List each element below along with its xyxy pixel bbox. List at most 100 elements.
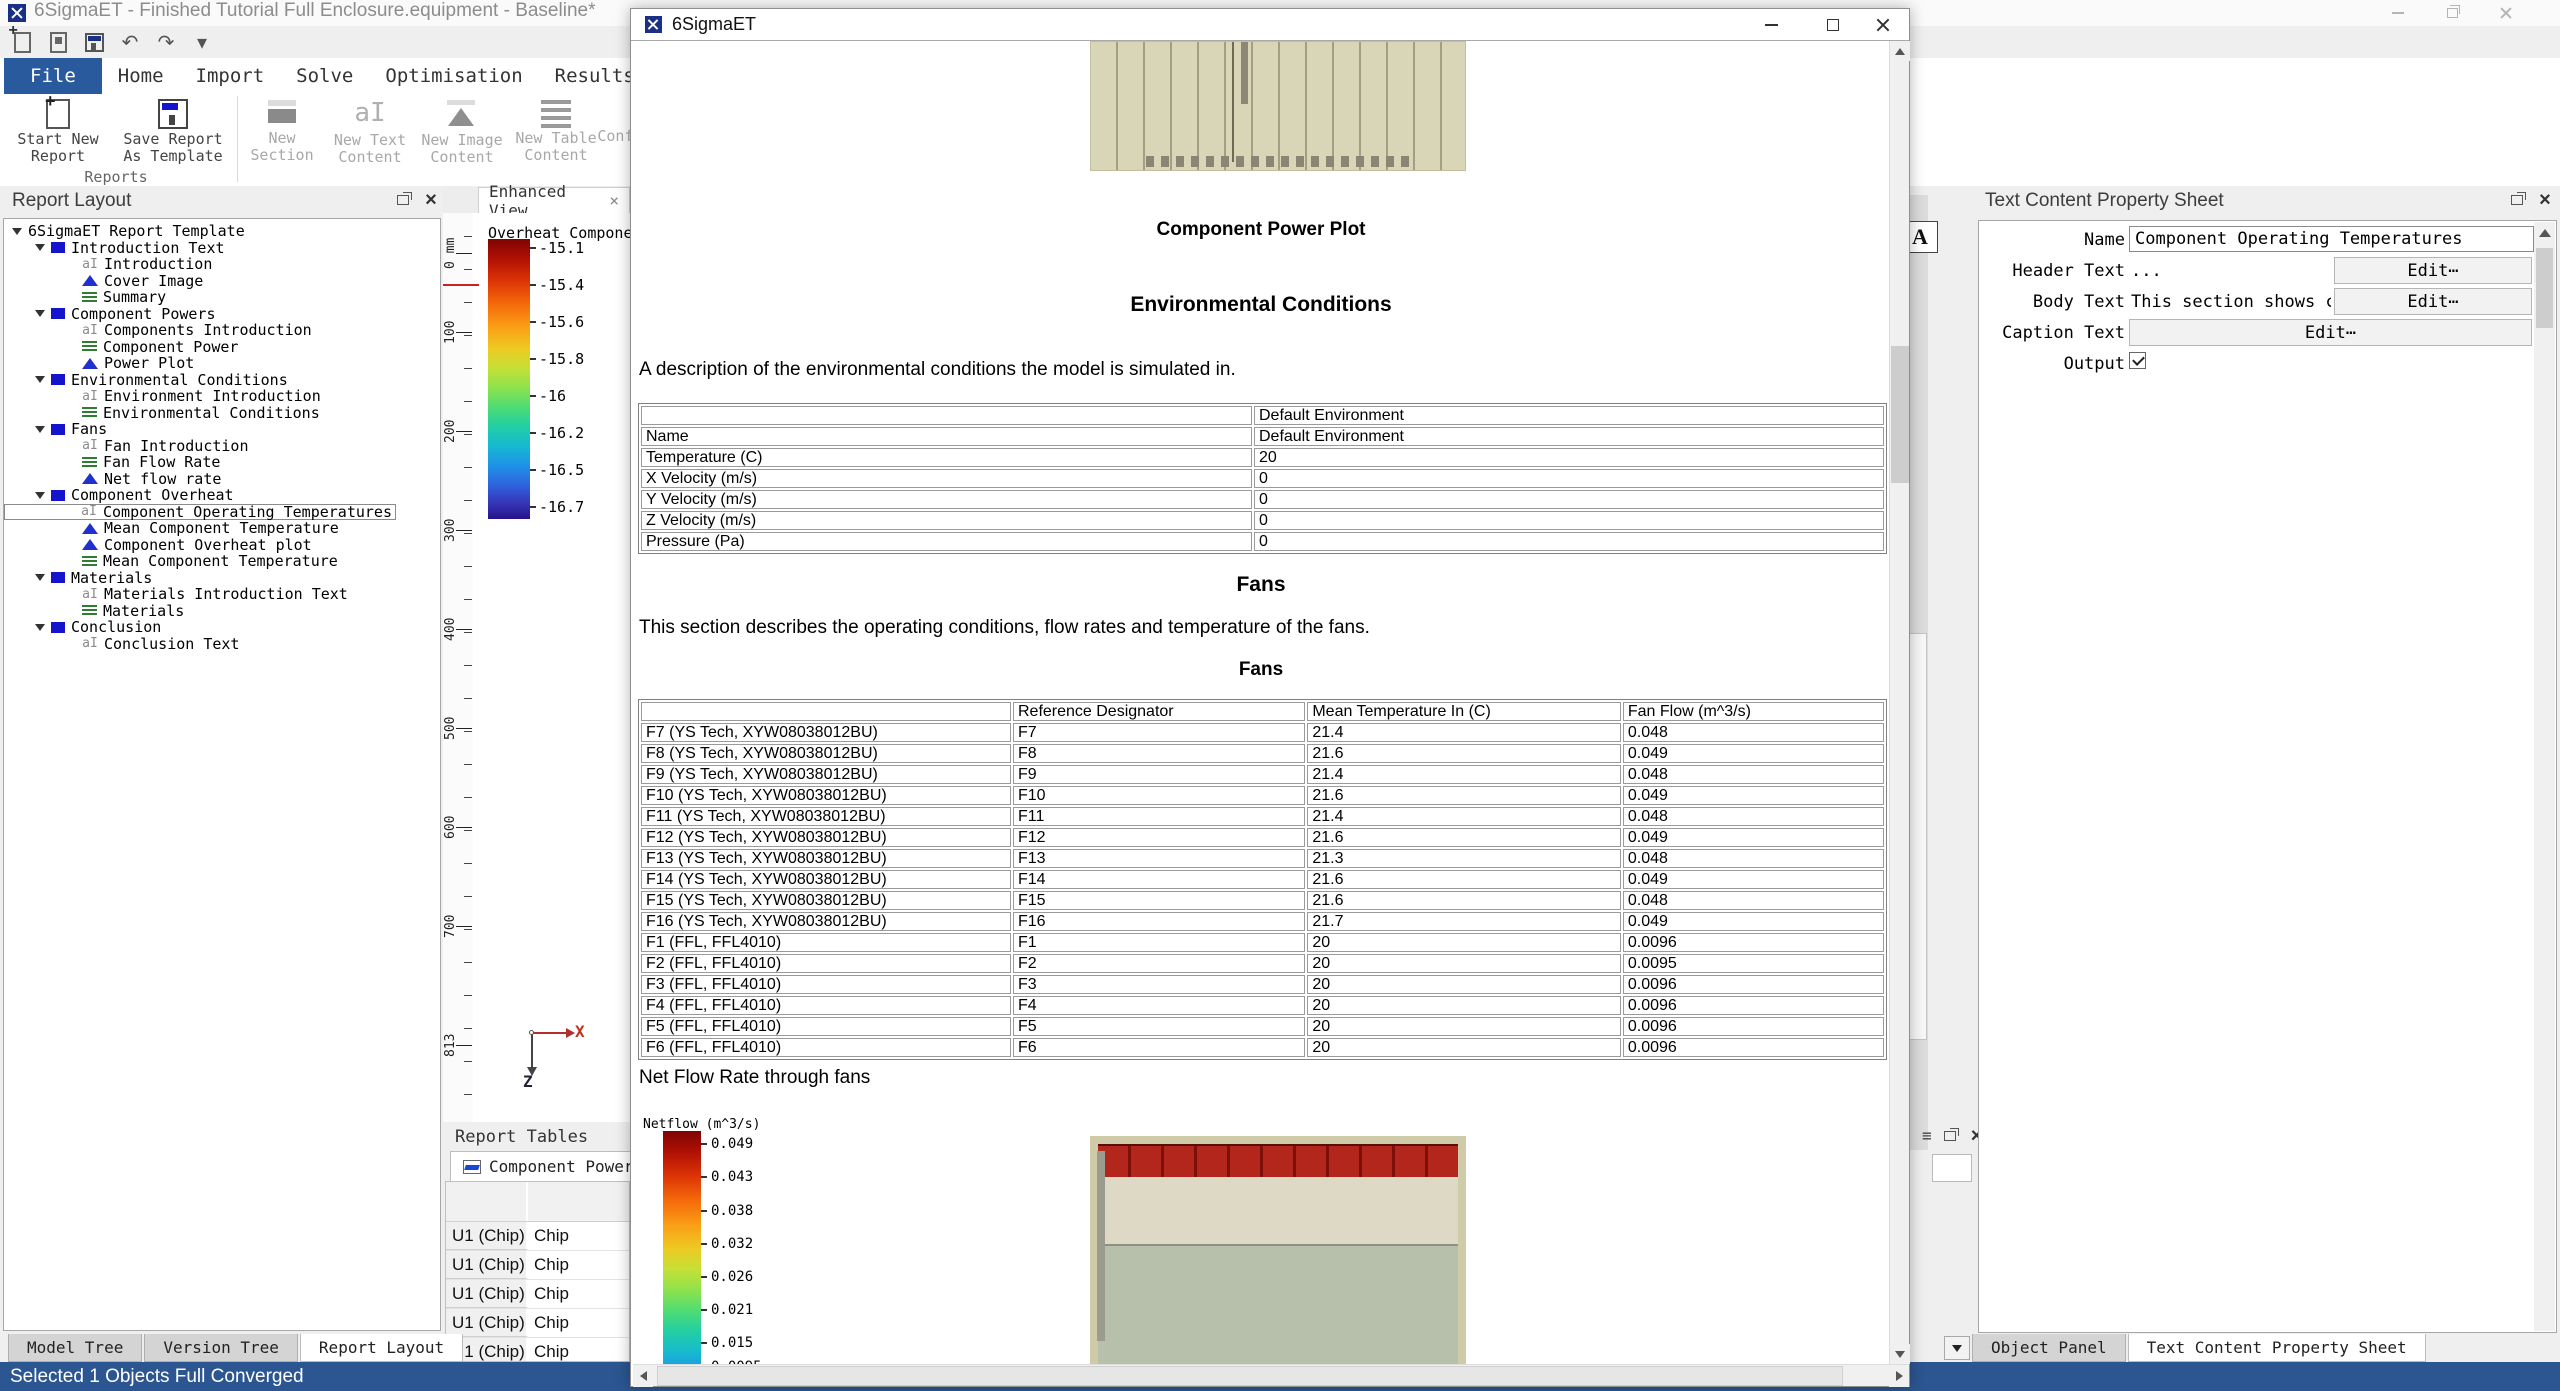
scroll-down-button[interactable] — [1890, 1344, 1910, 1364]
tree-item-cover-image[interactable]: Cover Image — [4, 273, 440, 290]
dialog-horizontal-scrollbar[interactable] — [633, 1364, 1909, 1386]
ribbon-button-new-section: New Section — [239, 96, 325, 170]
ribbon-tab-optimisation[interactable]: Optimisation — [369, 58, 538, 94]
output-checkbox[interactable] — [2129, 352, 2146, 369]
tree-item-summary[interactable]: Summary — [4, 289, 440, 306]
tree-item-materials[interactable]: Materials — [4, 570, 440, 587]
dialog-vertical-scrollbar[interactable] — [1889, 41, 1909, 1364]
tree-item-power-plot[interactable]: Power Plot — [4, 355, 440, 372]
tree-item-net-flow-rate[interactable]: Net flow rate — [4, 471, 440, 488]
dialog-maximize-button[interactable] — [1811, 9, 1855, 40]
ribbon-button-start-new-report[interactable]: Start New Report — [6, 96, 110, 170]
minimize-button[interactable] — [2376, 0, 2420, 26]
scroll-thumb[interactable] — [2536, 248, 2553, 328]
expander-icon[interactable] — [35, 426, 45, 433]
status-text: Selected 1 Objects Full Converged — [10, 1366, 304, 1387]
tree-item-component-power[interactable]: Component Power — [4, 339, 440, 356]
tab-enhanced-view[interactable]: Enhanced View × — [478, 187, 630, 213]
table-row[interactable]: U1 (Chip)Chip — [446, 1222, 629, 1251]
tree-item-environmental-conditions[interactable]: Environmental Conditions — [4, 372, 440, 389]
scroll-thumb-horizontal[interactable] — [657, 1366, 1843, 1386]
scroll-up-icon[interactable] — [2539, 229, 2551, 237]
scroll-thumb[interactable] — [1891, 346, 1909, 483]
tree-item-component-overheat-plot[interactable]: Component Overheat plot — [4, 537, 440, 554]
ribbon-tab-home[interactable]: Home — [102, 58, 180, 94]
legend-tick — [530, 506, 536, 508]
tree-item-component-overheat[interactable]: Component Overheat — [4, 487, 440, 504]
scroll-right-button[interactable] — [1889, 1365, 1909, 1387]
enhanced-view-canvas[interactable]: 0 mm100200300400500600700813 Overheat Co… — [443, 213, 630, 1122]
expander-icon[interactable] — [12, 228, 22, 235]
fans-table-row: F2 (FFL, FFL4010)F2200.0095 — [641, 954, 1884, 973]
expander-icon[interactable] — [35, 310, 45, 317]
tree-item-fan-flow-rate[interactable]: Fan Flow Rate — [4, 454, 440, 471]
dialog-minimize-button[interactable] — [1749, 9, 1793, 40]
tab-dropdown-button[interactable] — [1944, 1336, 1970, 1360]
body-edit-button[interactable]: Edit⋯ — [2334, 288, 2532, 315]
dialog-close-button[interactable] — [1861, 9, 1905, 40]
tree-item-environmental-conditions[interactable]: Environmental Conditions — [4, 405, 440, 422]
tab-text-content-property-sheet[interactable]: Text Content Property Sheet — [2128, 1334, 2426, 1362]
expander-icon[interactable] — [35, 492, 45, 499]
scroll-up-button[interactable] — [1890, 41, 1910, 61]
tree-item-introduction-text[interactable]: Introduction Text — [4, 240, 440, 257]
restore-button[interactable] — [2430, 0, 2474, 26]
ribbon-tab-solve[interactable]: Solve — [280, 58, 369, 94]
dialog-titlebar[interactable]: 6SigmaET — [631, 9, 1909, 41]
table-row[interactable]: U1 (Chip)Chip — [446, 1338, 629, 1362]
scroll-left-button[interactable] — [633, 1365, 653, 1387]
tree-item-components-introduction[interactable]: aIComponents Introduction — [4, 322, 440, 339]
hidden-panel-scroll-thumb[interactable] — [1909, 633, 1927, 1040]
tree-item-mean-component-temperature[interactable]: Mean Component Temperature — [4, 520, 440, 537]
float-panel-icon[interactable] — [2508, 191, 2526, 209]
tab-component-power[interactable]: Component Power — [450, 1151, 647, 1181]
tab-model-tree[interactable]: Model Tree — [8, 1334, 142, 1362]
tree-item-fan-introduction[interactable]: aIFan Introduction — [4, 438, 440, 455]
panel-menu-icon[interactable]: ≡ — [1922, 1126, 1932, 1145]
qat-dropdown-icon[interactable]: ▾ — [190, 30, 214, 54]
header-edit-button[interactable]: Edit⋯ — [2334, 257, 2532, 284]
tree-item-fans[interactable]: Fans — [4, 421, 440, 438]
tree-item-materials[interactable]: Materials — [4, 603, 440, 620]
name-field[interactable] — [2129, 226, 2534, 252]
close-panel-icon[interactable]: × — [2536, 191, 2554, 209]
property-sheet-scrollbar[interactable] — [2534, 222, 2555, 1331]
table-row[interactable]: U1 (Chip)Chip — [446, 1280, 629, 1309]
ribbon-button-save-report-as-template[interactable]: Save Report As Template — [110, 96, 236, 170]
tab-report-layout[interactable]: Report Layout — [300, 1334, 463, 1362]
tree-item-component-powers[interactable]: Component Powers — [4, 306, 440, 323]
redo-icon[interactable]: ↷ — [154, 30, 178, 54]
ribbon-tab-import[interactable]: Import — [180, 58, 281, 94]
tab-version-tree[interactable]: Version Tree — [144, 1334, 298, 1362]
tree-item-component-operating-temperatures[interactable]: aIComponent Operating Temperatures — [4, 504, 440, 521]
fans-table-row: F14 (YS Tech, XYW08038012BU)F1421.60.049 — [641, 870, 1884, 889]
float-panel-icon[interactable] — [394, 191, 412, 209]
expander-icon[interactable] — [35, 624, 45, 631]
enhanced-view-close-icon[interactable]: × — [609, 191, 619, 210]
tree-item-6sigmaet-report-template[interactable]: 6SigmaET Report Template — [4, 223, 440, 240]
table-row[interactable]: U1 (Chip)Chip — [446, 1309, 629, 1338]
tree-item-mean-component-temperature[interactable]: Mean Component Temperature — [4, 553, 440, 570]
expander-icon[interactable] — [35, 244, 45, 251]
save-icon[interactable] — [82, 30, 106, 54]
tree-item-materials-introduction-text[interactable]: aIMaterials Introduction Text — [4, 586, 440, 603]
import-icon[interactable] — [46, 30, 70, 54]
tree-item-conclusion[interactable]: Conclusion — [4, 619, 440, 636]
close-button[interactable] — [2484, 0, 2528, 26]
ribbon-tab-file[interactable]: File — [4, 58, 102, 94]
tab-object-panel[interactable]: Object Panel — [1972, 1334, 2126, 1362]
table-row[interactable]: U1 (Chip)Chip — [446, 1251, 629, 1280]
table-content-icon — [82, 605, 97, 616]
new-document-icon[interactable] — [10, 30, 34, 54]
caption-edit-button[interactable]: Edit⋯ — [2129, 319, 2532, 346]
panel-float-icon[interactable] — [1941, 1127, 1959, 1145]
undo-icon[interactable]: ↶ — [118, 30, 142, 54]
tree-item-introduction[interactable]: aIIntroduction — [4, 256, 440, 273]
expander-icon[interactable] — [35, 376, 45, 383]
tree-item-environment-introduction[interactable]: aIEnvironment Introduction — [4, 388, 440, 405]
close-panel-icon[interactable]: × — [422, 191, 440, 209]
tree-item-conclusion-text[interactable]: aIConclusion Text — [4, 636, 440, 653]
body-text-preview: This section shows comp⋯ — [2131, 292, 2331, 312]
fans-table-cell: 0.0096 — [1623, 996, 1884, 1015]
expander-icon[interactable] — [35, 574, 45, 581]
